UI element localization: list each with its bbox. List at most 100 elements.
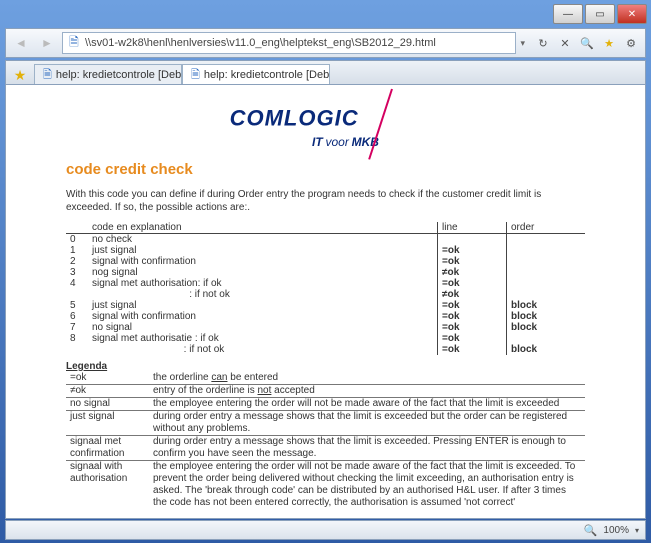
table-row: 6signal with confirmation=okblock — [66, 311, 585, 322]
stop-button[interactable]: ✕ — [555, 33, 575, 53]
table-row: 3nog signal≠ok — [66, 267, 585, 278]
cell-line: =ok — [438, 311, 507, 322]
table-row: 1just signal=ok — [66, 245, 585, 256]
cell-num: 0 — [66, 234, 88, 246]
legend-key: signaal with authorisation — [66, 461, 149, 510]
address-bar[interactable]: 🗎 \\sv01-w2k8\henl\henlversies\v11.0_eng… — [62, 32, 516, 54]
cell-order — [507, 234, 586, 246]
logo-slash-icon — [361, 93, 421, 153]
table-row: 2signal with confirmation=ok — [66, 256, 585, 267]
legend-row: signaal met confirmationduring order ent… — [66, 436, 585, 461]
tab-strip: ★ 🗎 help: kredietcontrole [Debiteur... 🗎… — [5, 60, 646, 86]
legend-key: no signal — [66, 398, 149, 411]
page-icon: 🗎 — [43, 68, 52, 82]
tab-label: help: kredietcontrole [Debit... — [204, 69, 330, 81]
title-bar: — ▭ ✕ — [0, 0, 651, 28]
cell-order — [507, 289, 586, 300]
back-button[interactable]: ◄ — [10, 33, 32, 53]
favorites-star-icon[interactable]: ★ — [10, 65, 30, 85]
cell-order: block — [507, 322, 586, 333]
tab-1[interactable]: 🗎 help: kredietcontrole [Debiteur... — [34, 64, 182, 85]
logo-brand: COMLOGIC — [230, 106, 359, 131]
cell-order: block — [507, 344, 586, 355]
legend-val: the orderline can be entered — [149, 372, 585, 385]
zoom-icon[interactable]: 🔍 — [584, 524, 598, 537]
col-line: line — [438, 222, 507, 234]
close-button[interactable]: ✕ — [617, 4, 647, 24]
legend-title: Legenda — [66, 361, 585, 372]
cell-line — [438, 234, 507, 246]
cell-line: =ok — [438, 333, 507, 344]
table-row: 7no signal=okblock — [66, 322, 585, 333]
search-button[interactable]: 🔍 — [577, 33, 597, 53]
cell-line: =ok — [438, 344, 507, 355]
legend-val: during order entry a message shows that … — [149, 411, 585, 436]
cell-order — [507, 278, 586, 289]
cell-num — [66, 344, 88, 355]
cell-num: 6 — [66, 311, 88, 322]
cell-line: =ok — [438, 322, 507, 333]
table-header: code en explanation line order — [66, 222, 585, 234]
legend-row: just signalduring order entry a message … — [66, 411, 585, 436]
cell-line: =ok — [438, 278, 507, 289]
address-text: \\sv01-w2k8\henl\henlversies\v11.0_eng\h… — [85, 37, 436, 49]
cell-num: 2 — [66, 256, 88, 267]
tools-button[interactable]: ⚙ — [621, 33, 641, 53]
page-icon: 🗎 — [191, 68, 200, 82]
cell-order: block — [507, 300, 586, 311]
legend-val: the employee entering the order will not… — [149, 461, 585, 510]
cell-num: 1 — [66, 245, 88, 256]
zoom-level: 100% — [603, 525, 629, 536]
cell-expl: signal with confirmation — [88, 311, 438, 322]
address-dropdown-icon[interactable]: ▾ — [520, 38, 525, 49]
col-code: code en explanation — [88, 222, 438, 234]
cell-expl: just signal — [88, 245, 438, 256]
cell-num: 3 — [66, 267, 88, 278]
cell-line: ≠ok — [438, 289, 507, 300]
logo: COMLOGIC IT voor MKB — [66, 93, 585, 149]
cell-order — [507, 333, 586, 344]
cell-expl: just signal — [88, 300, 438, 311]
page-title: code credit check — [66, 161, 585, 178]
cell-line: =ok — [438, 300, 507, 311]
legend-val: entry of the orderline is not accepted — [149, 385, 585, 398]
minimize-button[interactable]: — — [553, 4, 583, 24]
table-row: 4signal met authorisation: if ok=ok — [66, 278, 585, 289]
tab-2[interactable]: 🗎 help: kredietcontrole [Debit... ✕ — [182, 64, 330, 85]
tab-label: help: kredietcontrole [Debiteur... — [56, 69, 182, 81]
content-frame: COMLOGIC IT voor MKB code credit check W… — [5, 84, 646, 519]
cell-num: 4 — [66, 278, 88, 289]
cell-expl: no check — [88, 234, 438, 246]
document-body: COMLOGIC IT voor MKB code credit check W… — [6, 85, 645, 519]
cell-line: =ok — [438, 245, 507, 256]
toolbar-right: ↻ ✕ 🔍 ★ ⚙ — [533, 33, 641, 53]
legend-key: signaal met confirmation — [66, 436, 149, 461]
nav-bar: ◄ ► 🗎 \\sv01-w2k8\henl\henlversies\v11.0… — [5, 28, 646, 58]
cell-line: ≠ok — [438, 267, 507, 278]
cell-expl: : if not ok — [88, 344, 438, 355]
legend-row: ≠okentry of the orderline is not accepte… — [66, 385, 585, 398]
cell-num — [66, 289, 88, 300]
cell-num: 8 — [66, 333, 88, 344]
page-icon: 🗎 — [67, 36, 81, 50]
legend-row: signaal with authorisationthe employee e… — [66, 461, 585, 510]
cell-expl: signal met authorisation: if ok — [88, 278, 438, 289]
legend-table: =okthe orderline can be entered≠okentry … — [66, 372, 585, 509]
table-row: 0no check — [66, 234, 585, 246]
cell-expl: nog signal — [88, 267, 438, 278]
refresh-button[interactable]: ↻ — [533, 33, 553, 53]
forward-button[interactable]: ► — [36, 33, 58, 53]
zoom-dropdown-icon[interactable]: ▾ — [635, 526, 639, 535]
cell-expl: : if not ok — [88, 289, 438, 300]
status-bar: 🔍 100% ▾ — [5, 520, 646, 540]
legend-row: no signalthe employee entering the order… — [66, 398, 585, 411]
legend-row: =okthe orderline can be entered — [66, 372, 585, 385]
cell-num: 5 — [66, 300, 88, 311]
col-order: order — [507, 222, 586, 234]
legend-key: ≠ok — [66, 385, 149, 398]
maximize-button[interactable]: ▭ — [585, 4, 615, 24]
favorites-button[interactable]: ★ — [599, 33, 619, 53]
cell-order — [507, 256, 586, 267]
intro-text: With this code you can define if during … — [66, 188, 585, 214]
cell-expl: no signal — [88, 322, 438, 333]
